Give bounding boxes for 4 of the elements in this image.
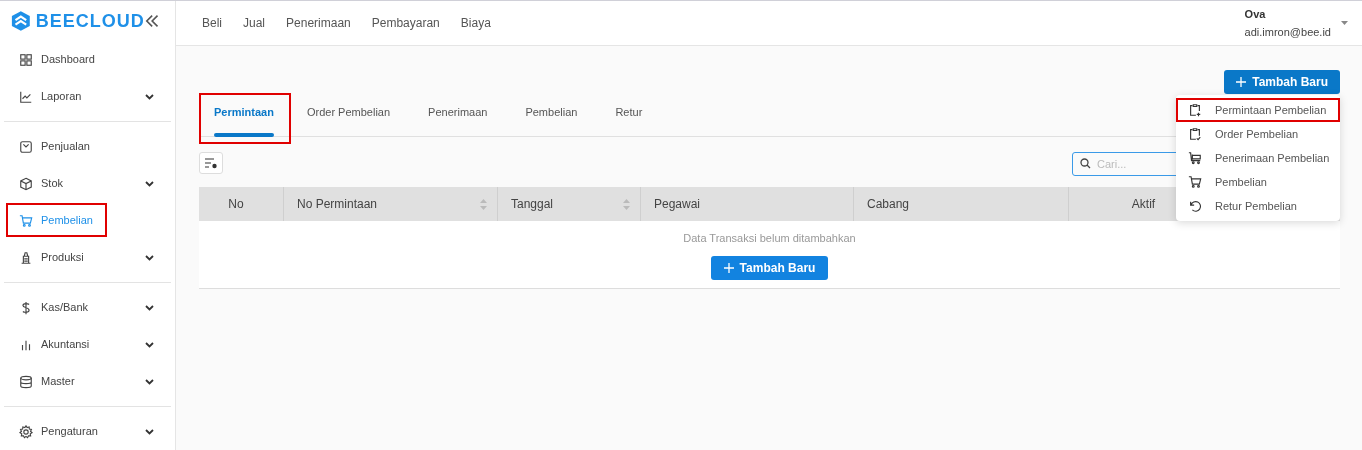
- empty-message: Data Transaksi belum ditambahkan: [683, 231, 856, 246]
- user-name: Ova: [1244, 7, 1267, 22]
- user-email: adi.imron@bee.id: [1244, 25, 1331, 40]
- brand-name: BEECLOUD: [35, 9, 145, 33]
